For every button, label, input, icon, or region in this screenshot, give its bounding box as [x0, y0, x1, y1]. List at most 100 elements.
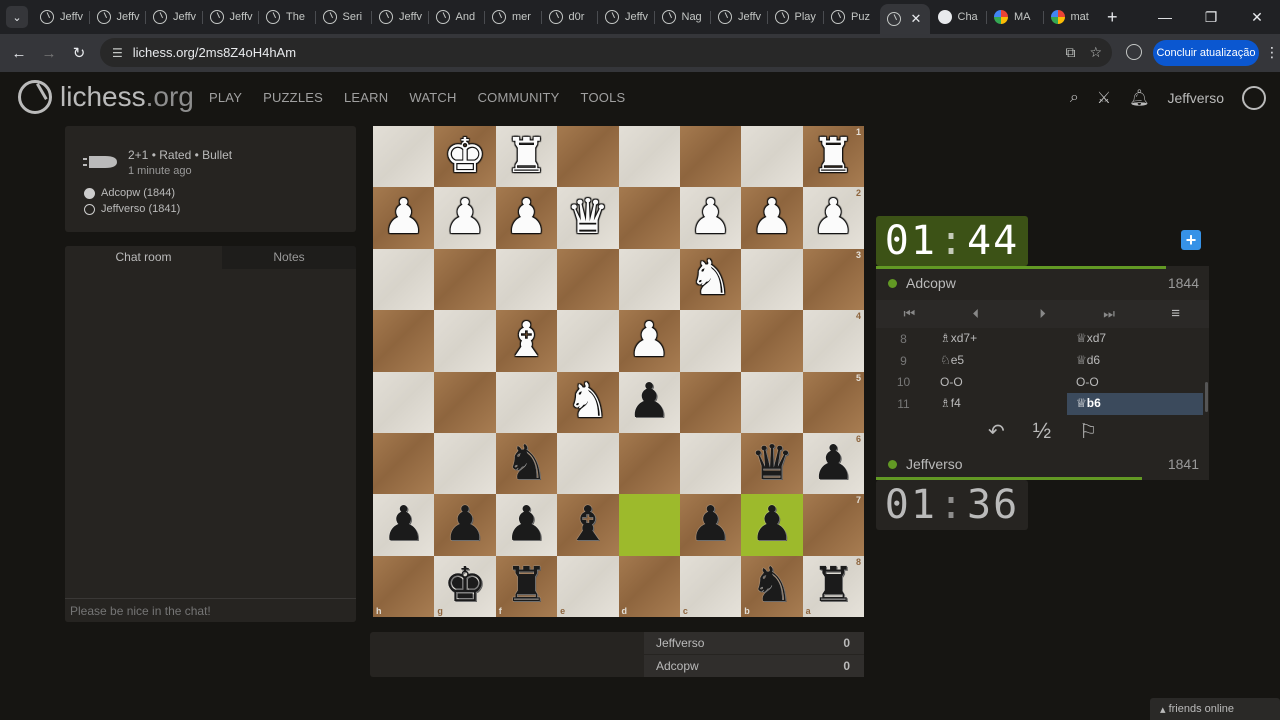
- tab-chat-room[interactable]: Chat room: [65, 246, 222, 269]
- board-square[interactable]: c: [679, 555, 742, 617]
- white-pawn-icon[interactable]: ♟: [628, 316, 671, 365]
- white-pawn-icon[interactable]: ♟: [812, 194, 855, 242]
- white-queen-icon[interactable]: ♛: [566, 194, 609, 242]
- board-square[interactable]: [679, 432, 742, 495]
- board-square[interactable]: ♞ b: [741, 555, 803, 617]
- browser-tab[interactable]: Jeffv: [201, 4, 259, 30]
- board-square[interactable]: [741, 248, 803, 311]
- takeback-icon[interactable]: ↶: [988, 419, 1005, 444]
- black-pawn-icon[interactable]: ♟: [750, 500, 793, 549]
- board-square[interactable]: [618, 432, 680, 495]
- close-tab-icon[interactable]: ✕: [911, 11, 922, 27]
- black-player-link[interactable]: Jeffverso (1841): [84, 203, 180, 215]
- black-pawn-icon[interactable]: ♟: [689, 500, 732, 549]
- browser-tab[interactable]: The: [258, 4, 315, 30]
- black-rook-icon[interactable]: ♜: [812, 562, 855, 610]
- board-square[interactable]: ♚ g: [434, 555, 496, 617]
- install-app-icon[interactable]: ⧉: [1065, 44, 1075, 61]
- site-logo[interactable]: lichess.org: [18, 80, 194, 114]
- black-move[interactable]: ♕xd7: [1067, 328, 1203, 350]
- search-icon[interactable]: ⌕: [1070, 89, 1079, 107]
- black-king-icon[interactable]: ♚: [444, 562, 487, 610]
- chat-input[interactable]: [65, 598, 356, 622]
- tab-search-button[interactable]: ⌄: [6, 6, 28, 28]
- white-pawn-icon[interactable]: ♟: [689, 194, 732, 242]
- board-square[interactable]: ♟: [679, 494, 742, 556]
- opponent-player-row[interactable]: Adcopw 1844: [876, 268, 1209, 298]
- black-pawn-icon[interactable]: ♟: [382, 500, 425, 549]
- browser-tab[interactable]: Jeffv: [710, 4, 767, 30]
- nav-watch[interactable]: WATCH: [409, 90, 456, 105]
- board-square[interactable]: ♟: [618, 371, 680, 433]
- maximize-button[interactable]: ❐: [1188, 0, 1234, 34]
- black-pawn-icon[interactable]: ♟: [444, 500, 487, 549]
- forward-button[interactable]: →: [34, 45, 64, 62]
- board-square[interactable]: ♝: [557, 494, 619, 556]
- board-square[interactable]: [679, 371, 742, 433]
- prev-move-button[interactable]: ⏴: [943, 300, 1010, 328]
- board-square[interactable]: [618, 187, 680, 249]
- board-square[interactable]: ♚: [434, 126, 496, 188]
- board-square[interactable]: ♟ 2: [802, 187, 864, 249]
- white-king-icon[interactable]: ♚: [444, 132, 487, 181]
- add-time-button[interactable]: +: [1181, 230, 1201, 250]
- address-bar[interactable]: ☰ lichess.org/2ms8Z4oH4hAm ⧉ ☆: [100, 38, 1112, 67]
- board-square[interactable]: [679, 310, 742, 372]
- menu-icon[interactable]: ≡: [1142, 300, 1209, 328]
- board-square[interactable]: 5: [802, 371, 864, 433]
- reload-button[interactable]: ↻: [64, 44, 94, 62]
- board-square[interactable]: [495, 248, 558, 311]
- username-link[interactable]: Jeffverso: [1167, 90, 1224, 106]
- board-square[interactable]: h: [373, 555, 435, 617]
- board-square[interactable]: ♟: [495, 187, 558, 249]
- browser-tab[interactable]: d0r: [540, 4, 598, 30]
- board-square[interactable]: ♟ 6: [802, 432, 864, 495]
- board-square[interactable]: d: [618, 555, 680, 617]
- friends-online-button[interactable]: ▴ friends online: [1150, 698, 1280, 720]
- board-square[interactable]: [618, 494, 680, 556]
- board-square[interactable]: ♟: [741, 187, 803, 249]
- board-square[interactable]: ♟: [679, 187, 742, 249]
- nav-learn[interactable]: LEARN: [344, 90, 388, 105]
- board-square[interactable]: [557, 432, 619, 495]
- browser-tab[interactable]: Seri: [314, 4, 372, 30]
- board-square[interactable]: [373, 248, 435, 311]
- board-square[interactable]: ♜ 8 a: [802, 555, 864, 617]
- white-pawn-icon[interactable]: ♟: [382, 194, 425, 242]
- board-square[interactable]: [434, 432, 496, 495]
- board-square[interactable]: e: [557, 555, 619, 617]
- black-pawn-icon[interactable]: ♟: [628, 378, 671, 426]
- white-move[interactable]: ♘e5: [931, 350, 1067, 372]
- player-row[interactable]: Jeffverso 1841: [876, 449, 1209, 479]
- browser-tab[interactable]: Cha: [930, 4, 987, 30]
- board-square[interactable]: ♝: [495, 310, 558, 372]
- board-square[interactable]: [373, 432, 435, 495]
- browser-tab[interactable]: Puz: [823, 4, 880, 30]
- white-rook-icon[interactable]: ♜: [812, 132, 855, 181]
- white-move[interactable]: ♗xd7+: [931, 328, 1067, 350]
- browser-tab[interactable]: MA: [986, 4, 1043, 30]
- browser-tab[interactable]: ✕: [879, 4, 930, 34]
- board-square[interactable]: 7: [802, 494, 864, 556]
- board-square[interactable]: [557, 248, 619, 311]
- board-square[interactable]: [741, 371, 803, 433]
- tab-notes[interactable]: Notes: [222, 246, 356, 269]
- browser-tab[interactable]: Jeffv: [371, 4, 428, 30]
- new-tab-button[interactable]: +: [1107, 7, 1118, 28]
- board-square[interactable]: [373, 126, 435, 188]
- board-square[interactable]: ♟: [434, 187, 496, 249]
- board-square[interactable]: ♞: [495, 432, 558, 495]
- board-square[interactable]: [434, 371, 496, 433]
- white-move[interactable]: O-O: [931, 372, 1067, 394]
- board-square[interactable]: ♛: [741, 432, 803, 495]
- white-move[interactable]: ♗f4: [931, 393, 1067, 415]
- white-pawn-icon[interactable]: ♟: [750, 194, 793, 242]
- board-square[interactable]: ♟: [495, 494, 558, 556]
- board-square[interactable]: 3: [802, 248, 864, 311]
- browser-tab[interactable]: Nag: [653, 4, 711, 30]
- next-move-button[interactable]: ⏵: [1009, 300, 1076, 328]
- board-square[interactable]: [679, 126, 742, 188]
- white-rook-icon[interactable]: ♜: [505, 132, 548, 181]
- black-knight-icon[interactable]: ♞: [505, 439, 548, 488]
- browser-profile-icon[interactable]: [1126, 44, 1142, 60]
